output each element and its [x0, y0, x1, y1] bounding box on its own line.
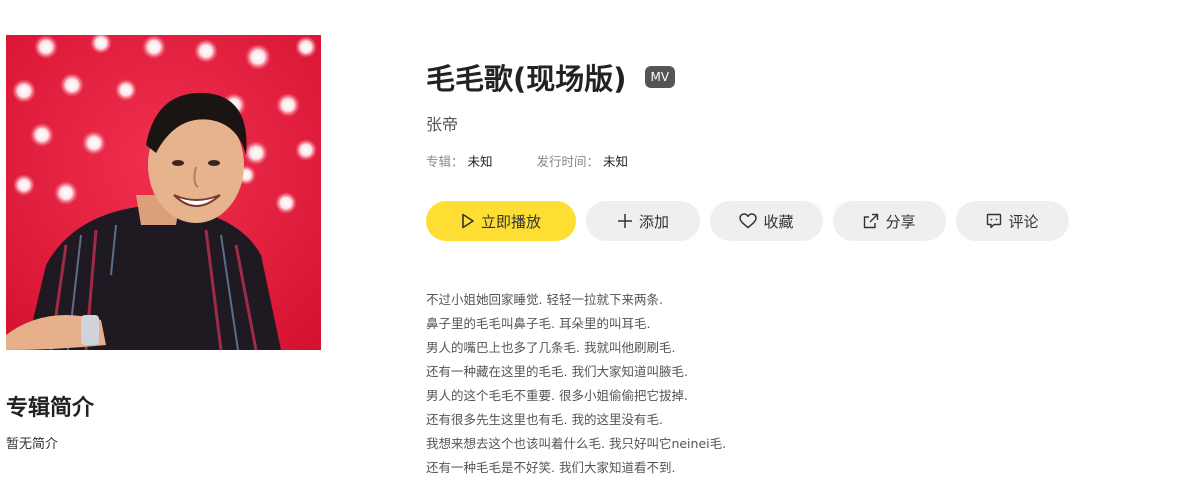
play-button[interactable]: 立即播放: [426, 201, 576, 241]
mv-badge[interactable]: MV: [644, 66, 676, 88]
album-intro-text: 暂无简介: [6, 437, 59, 452]
lyric-line: 男人的嘴巴上也多了几条毛. 我就叫他刷刷毛.: [426, 340, 676, 355]
release-info: 发行时间： 未知: [537, 151, 629, 170]
song-title: 毛毛歌(现场版): [426, 62, 627, 96]
singer-name[interactable]: 张帝: [426, 111, 458, 135]
album-info: 专辑： 未知: [426, 151, 493, 170]
album-intro-title: 专辑简介: [6, 396, 95, 421]
share-icon: [863, 213, 879, 229]
add-label: 添加: [638, 212, 669, 231]
lyric-line: 还有一种藏在这里的毛毛. 我们大家知道叫腋毛.: [426, 364, 688, 379]
plus-icon: [617, 213, 633, 229]
play-icon: [461, 213, 475, 229]
lyric-line: 男人的这个毛毛不重要. 很多小姐偷偷把它拔掉.: [426, 388, 688, 403]
lyrics: 不过小姐她回家睡觉. 轻轻一拉就下来两条. 鼻子里的毛毛叫鼻子毛. 耳朵里的叫耳…: [426, 288, 726, 480]
play-label: 立即播放: [480, 212, 541, 231]
share-label: 分享: [885, 212, 916, 231]
heart-icon: [739, 213, 758, 229]
favorite-label: 收藏: [763, 212, 794, 231]
album-value[interactable]: 未知: [468, 151, 493, 170]
lyric-line: 不过小姐她回家睡觉. 轻轻一拉就下来两条.: [426, 292, 663, 307]
favorite-button[interactable]: 收藏: [710, 201, 823, 241]
album-cover: [6, 35, 321, 350]
release-label: 发行时间：: [536, 154, 600, 169]
lyric-line: 鼻子里的毛毛叫鼻子毛. 耳朵里的叫耳毛.: [426, 316, 651, 331]
song-meta: 专辑： 未知 发行时间： 未知: [426, 151, 672, 170]
share-button[interactable]: 分享: [833, 201, 946, 241]
action-bar: 立即播放 添加 收藏 分享 评论: [426, 201, 1079, 241]
lyric-line: 还有很多先生这里也有毛. 我的这里没有毛.: [426, 412, 663, 427]
album-label: 专辑：: [426, 154, 464, 169]
comment-label: 评论: [1008, 212, 1039, 231]
comment-button[interactable]: 评论: [956, 201, 1069, 241]
add-button[interactable]: 添加: [586, 201, 700, 241]
release-value: 未知: [603, 154, 629, 169]
song-title-row: 毛毛歌(现场版) MV: [426, 56, 676, 98]
lyric-line: 我想来想去这个也该叫着什么毛. 我只好叫它neinei毛.: [426, 436, 727, 451]
comment-icon: [986, 213, 1002, 229]
lyric-line: 还有一种毛毛是不好笑. 我们大家知道看不到.: [426, 460, 676, 475]
